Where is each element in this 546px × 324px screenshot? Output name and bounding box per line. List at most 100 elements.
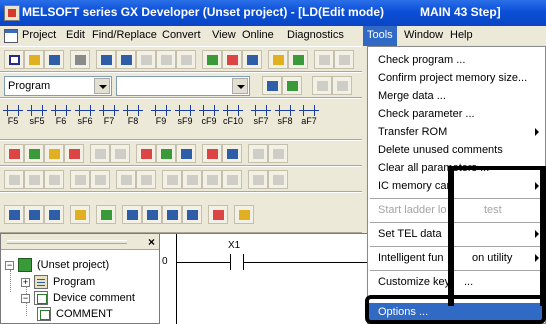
menu-view[interactable]: View bbox=[212, 29, 236, 41]
statement-icon[interactable] bbox=[44, 144, 64, 163]
menu-diagnostics[interactable]: Diagnostics bbox=[287, 29, 344, 41]
parallel-rising-pulse-key[interactable]: aF7 bbox=[298, 105, 320, 127]
menu-item-delete-unused-comments[interactable]: Delete unused comments bbox=[368, 141, 545, 159]
note-display-icon[interactable] bbox=[44, 205, 64, 224]
application-instruction-key[interactable]: F8 bbox=[122, 105, 144, 127]
menu-item-confirm-memory[interactable]: Confirm project memory size... bbox=[368, 69, 545, 87]
menu-find-replace[interactable]: Find/Replace bbox=[92, 29, 157, 41]
sfc-block-icon[interactable] bbox=[4, 170, 24, 189]
convert-icon[interactable] bbox=[4, 144, 24, 163]
new-file-icon[interactable] bbox=[4, 50, 24, 69]
alias-icon[interactable] bbox=[90, 144, 110, 163]
monitor-write-icon[interactable] bbox=[136, 144, 156, 163]
sfc-transition-icon[interactable] bbox=[24, 170, 44, 189]
project-data-list-icon[interactable] bbox=[162, 205, 182, 224]
zoom-icon[interactable] bbox=[110, 144, 130, 163]
sfc-f7-icon[interactable] bbox=[202, 170, 222, 189]
close-icon[interactable]: × bbox=[148, 235, 155, 249]
monitor-icon[interactable] bbox=[314, 50, 334, 69]
project-tree-icon[interactable] bbox=[282, 76, 302, 95]
falling-pulse-contact-key[interactable]: sF8 bbox=[274, 105, 296, 127]
device-batch-icon[interactable] bbox=[156, 144, 176, 163]
menu-item-ic-memory-card[interactable]: IC memory car bbox=[368, 177, 545, 195]
find-device-icon[interactable] bbox=[202, 50, 222, 69]
delete-horizontal-line-key[interactable]: cF9 bbox=[198, 105, 220, 127]
tree-item-program[interactable]: + Program bbox=[21, 275, 155, 289]
cut-icon[interactable] bbox=[96, 50, 116, 69]
ladder-editor[interactable]: 0 X1 bbox=[160, 233, 370, 324]
find-step-icon[interactable] bbox=[242, 50, 262, 69]
sfc-icon[interactable] bbox=[312, 76, 332, 95]
horizontal-line-key[interactable]: F9 bbox=[150, 105, 172, 127]
comment-display-icon[interactable] bbox=[4, 205, 24, 224]
help-book-icon[interactable] bbox=[208, 205, 228, 224]
sfc-end-icon[interactable] bbox=[116, 170, 136, 189]
sfc-selection-icon[interactable] bbox=[70, 170, 90, 189]
program-list-icon[interactable] bbox=[262, 76, 282, 95]
monitor-stop-icon[interactable] bbox=[334, 50, 354, 69]
data-type-combo[interactable]: Program bbox=[4, 76, 112, 96]
sfc-parallel-icon[interactable] bbox=[90, 170, 110, 189]
menu-item-intelligent-function-utility[interactable]: Intelligent fun on utility bbox=[368, 249, 545, 267]
save-icon[interactable] bbox=[44, 50, 64, 69]
menu-convert[interactable]: Convert bbox=[162, 29, 201, 41]
menu-project[interactable]: Project bbox=[22, 29, 56, 41]
collapse-icon[interactable]: − bbox=[21, 294, 30, 303]
sfc-step-icon[interactable] bbox=[332, 76, 352, 95]
statement-display-icon[interactable] bbox=[24, 205, 44, 224]
paste-icon[interactable] bbox=[136, 50, 156, 69]
rising-pulse-contact-key[interactable]: sF7 bbox=[250, 105, 272, 127]
menu-item-check-program[interactable]: Check program ... bbox=[368, 51, 545, 69]
menu-tools[interactable]: Tools bbox=[363, 26, 397, 46]
menu-item-customize-keys[interactable]: Customize key... bbox=[368, 273, 545, 291]
lock-icon[interactable] bbox=[234, 205, 254, 224]
chevron-down-icon[interactable] bbox=[94, 78, 110, 94]
write-plc-icon[interactable] bbox=[288, 50, 308, 69]
tree-item-device-comment[interactable]: − Device comment bbox=[21, 291, 155, 305]
menu-item-transfer-rom[interactable]: Transfer ROM bbox=[368, 123, 545, 141]
collapse-icon[interactable]: − bbox=[5, 261, 14, 270]
partial-operation-icon[interactable] bbox=[248, 144, 268, 163]
sfc-list-icon[interactable] bbox=[136, 170, 156, 189]
open-contact-key[interactable]: F5 bbox=[2, 105, 24, 127]
closed-contact-key[interactable]: F6 bbox=[50, 105, 72, 127]
skip-icon[interactable] bbox=[222, 144, 242, 163]
copy-icon[interactable] bbox=[116, 50, 136, 69]
menu-window[interactable]: Window bbox=[404, 29, 443, 41]
program-name-combo[interactable] bbox=[116, 76, 250, 96]
delete-vertical-line-key[interactable]: cF10 bbox=[222, 105, 244, 127]
menu-online[interactable]: Online bbox=[242, 29, 274, 41]
parallel-open-contact-key[interactable]: sF5 bbox=[26, 105, 48, 127]
menu-item-check-parameter[interactable]: Check parameter ... bbox=[368, 105, 545, 123]
menu-edit[interactable]: Edit bbox=[66, 29, 85, 41]
sfc-jump-icon[interactable] bbox=[44, 170, 64, 189]
menu-item-merge-data[interactable]: Merge data ... bbox=[368, 87, 545, 105]
document-icon[interactable] bbox=[4, 29, 18, 43]
sfc-delete-line-icon[interactable] bbox=[268, 170, 288, 189]
menu-item-set-tel-data[interactable]: Set TEL data bbox=[368, 225, 545, 243]
find-instruction-icon[interactable] bbox=[222, 50, 242, 69]
read-plc-icon[interactable] bbox=[268, 50, 288, 69]
open-contact-symbol[interactable] bbox=[230, 254, 244, 270]
alias-display-icon[interactable] bbox=[70, 205, 90, 224]
tree-item-project[interactable]: − (Unset project) bbox=[5, 258, 155, 272]
zoom-in-icon[interactable] bbox=[182, 205, 202, 224]
redo-icon[interactable] bbox=[176, 50, 196, 69]
open-folder-icon[interactable] bbox=[24, 50, 44, 69]
sfc-f8-icon[interactable] bbox=[222, 170, 242, 189]
vertical-line-key[interactable]: sF9 bbox=[174, 105, 196, 127]
parallel-closed-contact-key[interactable]: sF6 bbox=[74, 105, 96, 127]
entry-data-monitor-icon[interactable] bbox=[176, 144, 196, 163]
menu-item-start-ladder-logic-test[interactable]: Start ladder lo test bbox=[368, 201, 545, 219]
menu-help[interactable]: Help bbox=[450, 29, 473, 41]
app-icon[interactable] bbox=[4, 5, 20, 21]
print-icon[interactable] bbox=[70, 50, 90, 69]
ladder-view-icon[interactable] bbox=[96, 205, 116, 224]
note-icon[interactable] bbox=[64, 144, 84, 163]
instruction-list-icon[interactable] bbox=[142, 205, 162, 224]
sfc-f6-icon[interactable] bbox=[182, 170, 202, 189]
device-comment-icon[interactable] bbox=[24, 144, 44, 163]
undo-icon[interactable] bbox=[156, 50, 176, 69]
sfc-f5-icon[interactable] bbox=[162, 170, 182, 189]
expand-icon[interactable]: + bbox=[21, 278, 30, 287]
